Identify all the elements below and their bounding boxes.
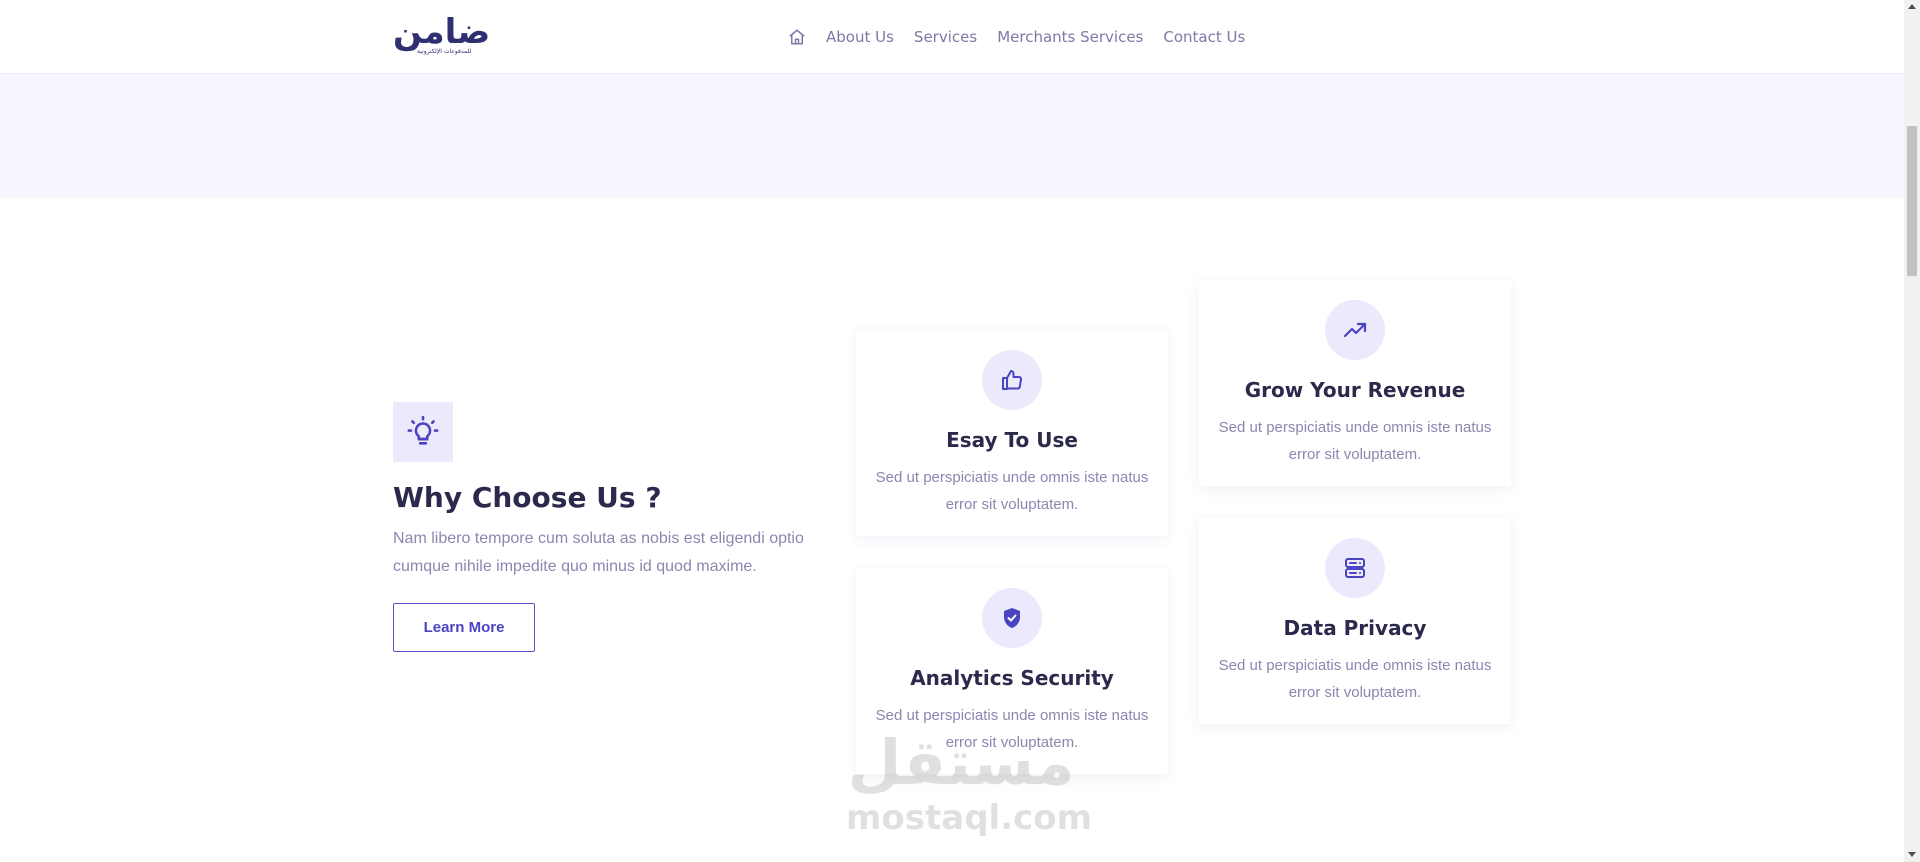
why-choose-description: Nam libero tempore cum soluta as nobis e… [393,530,804,575]
hero-band [0,74,1904,198]
feature-text: Sed ut perspiciatis unde omnis iste natu… [875,469,1149,513]
nav-about-us[interactable]: About Us [826,28,894,46]
why-choose-title: Why Choose Us ? [393,481,662,514]
scroll-up-arrow-icon[interactable] [1908,4,1916,9]
logo-tagline: للمدفوعات الإلكترونية [417,48,472,55]
feature-card-grow-revenue: Grow Your Revenue Sed ut perspiciatis un… [1199,280,1511,486]
feature-text: Sed ut perspiciatis unde omnis iste natu… [1218,419,1492,463]
feature-title: Analytics Security [910,666,1114,690]
feature-title: Grow Your Revenue [1244,378,1466,402]
scroll-thumb[interactable] [1907,126,1917,276]
thumbs-up-icon [982,350,1042,410]
feature-card-easy-to-use: Esay To Use Sed ut perspiciatis unde omn… [856,330,1168,536]
nav-contact-us[interactable]: Contact Us [1163,28,1245,46]
main-nav: About Us Services Merchants Services Con… [788,22,1245,52]
trending-up-icon [1325,300,1385,360]
watermark-latin: mostaql.com [846,798,1093,838]
learn-more-button[interactable]: Learn More [393,603,535,652]
page-scrollbar[interactable] [1904,0,1920,862]
feature-title: Data Privacy [1283,616,1427,640]
feature-card-data-privacy: Data Privacy Sed ut perspiciatis unde om… [1199,518,1511,724]
feature-text: Sed ut perspiciatis unde omnis iste natu… [875,707,1149,751]
logo-wordmark: ضامن [393,12,492,52]
nav-merchants-services[interactable]: Merchants Services [997,28,1143,46]
site-header: ضامن للمدفوعات الإلكترونية About Us Serv… [0,0,1904,74]
scroll-down-arrow-icon[interactable] [1908,852,1916,857]
feature-text: Sed ut perspiciatis unde omnis iste natu… [1218,657,1492,701]
feature-card-analytics-security: Analytics Security Sed ut perspiciatis u… [856,568,1168,774]
home-icon[interactable] [788,27,806,47]
lightbulb-icon [393,402,453,462]
shield-check-icon [982,588,1042,648]
nav-services[interactable]: Services [914,28,977,46]
feature-title: Esay To Use [946,428,1078,452]
site-logo[interactable]: ضامن للمدفوعات الإلكترونية [393,12,493,58]
server-icon [1325,538,1385,598]
